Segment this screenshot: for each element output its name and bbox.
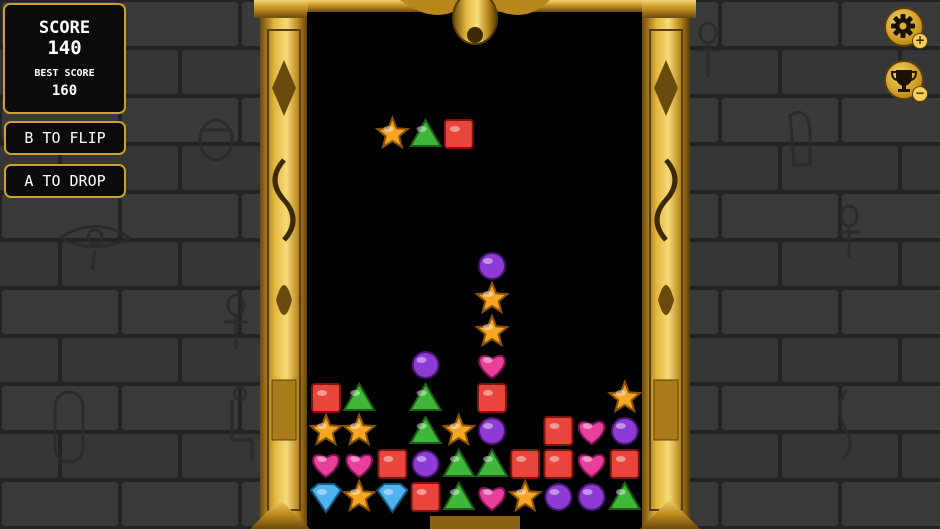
- gem-highlight: [383, 489, 394, 495]
- gem-highlight: [549, 423, 560, 429]
- settings-button[interactable]: +: [884, 7, 928, 49]
- gem-highlight: [483, 390, 493, 396]
- gem-highlight: [615, 456, 626, 462]
- gem-highlight: [449, 126, 460, 132]
- gem-highlight: [350, 456, 361, 462]
- square-gem: [477, 383, 507, 413]
- gem-highlight: [317, 390, 327, 396]
- gem-highlight: [483, 489, 493, 495]
- gem-highlight: [416, 423, 427, 429]
- left-pillar: [254, 0, 314, 529]
- gem-highlight: [549, 456, 560, 462]
- gem-highlight: [483, 291, 493, 297]
- best-score-value: 160: [51, 83, 78, 99]
- gem-highlight: [416, 390, 427, 396]
- gem-highlight: [615, 423, 626, 429]
- leaderboard-button[interactable]: −: [884, 60, 928, 102]
- square-gem: [543, 449, 574, 479]
- square-gem: [311, 383, 341, 413]
- gem-highlight: [383, 126, 394, 132]
- gem-highlight: [483, 324, 493, 330]
- gem-highlight: [449, 489, 460, 495]
- gem-highlight: [483, 423, 493, 429]
- gem-highlight: [549, 489, 560, 495]
- gem-highlight: [416, 456, 427, 462]
- gem-highlight: [615, 489, 626, 495]
- gem-highlight: [317, 423, 327, 429]
- score-label: SCORE: [38, 18, 91, 38]
- gem-highlight: [416, 489, 427, 495]
- gem-highlight: [516, 489, 527, 495]
- drop-button[interactable]: A TO DROP: [4, 164, 126, 198]
- score-value: 140: [47, 37, 82, 59]
- score-panel: SCORE 140 BEST SCORE 160: [3, 3, 126, 114]
- right-pillar: [636, 0, 696, 529]
- square-gem: [510, 449, 541, 479]
- gem-highlight: [615, 390, 626, 396]
- best-score-label: BEST SCORE: [34, 68, 95, 79]
- gem-highlight: [449, 423, 460, 429]
- circle-gem: [411, 351, 440, 379]
- gem-highlight: [416, 126, 427, 132]
- plus-icon: +: [912, 33, 928, 49]
- gem-highlight: [483, 258, 493, 264]
- gem-highlight: [483, 456, 493, 462]
- falling-square-gem: [443, 119, 474, 149]
- gem-highlight: [317, 456, 327, 462]
- game-board: [307, 12, 642, 529]
- square-gem: [609, 449, 640, 479]
- square-gem: [543, 416, 574, 446]
- gem-highlight: [582, 489, 593, 495]
- game-scene: [0, 0, 940, 529]
- gem-highlight: [582, 456, 593, 462]
- gem-highlight: [350, 489, 361, 495]
- circle-gem: [577, 483, 606, 511]
- minus-icon: −: [912, 86, 928, 102]
- gem-highlight: [383, 456, 394, 462]
- gem-highlight: [483, 357, 493, 363]
- square-gem: [410, 482, 441, 512]
- circle-gem: [544, 483, 573, 511]
- flip-button[interactable]: B TO FLIP: [4, 121, 126, 155]
- square-gem: [377, 449, 408, 479]
- gem-highlight: [350, 390, 361, 396]
- gem-highlight: [516, 456, 527, 462]
- gem-highlight: [582, 423, 593, 429]
- circle-gem: [610, 417, 639, 445]
- gem-highlight: [449, 456, 460, 462]
- circle-gem: [478, 252, 506, 280]
- gem-highlight: [416, 357, 427, 363]
- gem-highlight: [317, 489, 327, 495]
- circle-gem: [478, 417, 506, 445]
- circle-gem: [411, 450, 440, 478]
- gem-highlight: [350, 423, 361, 429]
